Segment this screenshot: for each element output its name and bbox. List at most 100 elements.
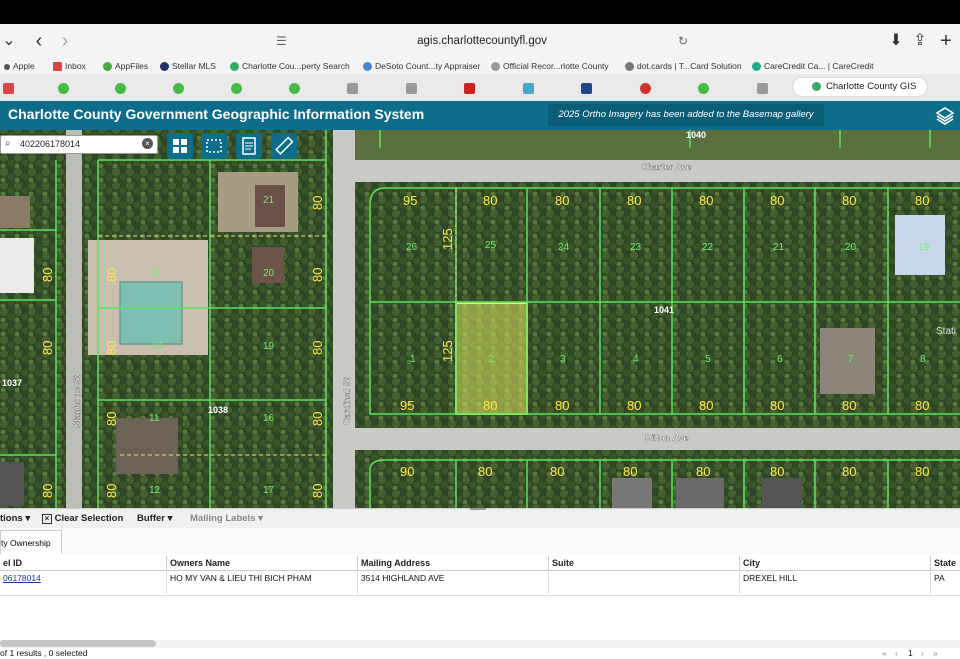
results-table: el ID Owners Name Mailing Address Suite … [0, 554, 960, 640]
results-toolbar: tions ▾ × Clear Selection Buffer ▾ Maili… [0, 508, 960, 529]
camera-tab-icon[interactable] [523, 83, 534, 94]
lot-number: 10 [151, 341, 163, 352]
selection-box-icon [206, 139, 222, 153]
dimension-label: 80 [770, 193, 784, 208]
c-tab-icon[interactable] [757, 83, 768, 94]
search-icon: ⌕ [5, 138, 11, 149]
lot-number: 19 [918, 242, 930, 253]
m-tab-icon[interactable] [347, 83, 358, 94]
panel-resize-handle[interactable] [470, 508, 486, 510]
dimension-label: 125 [440, 340, 455, 362]
bookmark-charlotte-search[interactable]: Charlotte Cou...perty Search [230, 59, 350, 73]
bookmark-inbox[interactable]: Inbox [53, 59, 86, 73]
appfiles-tab-icon[interactable] [58, 83, 69, 94]
bookmark-carecredit[interactable]: CareCredit Ca... | CareCredit [752, 59, 873, 73]
gmail-tab-icon[interactable] [3, 83, 14, 94]
dimension-label: 80 [555, 398, 569, 413]
next-page-icon[interactable]: › [921, 648, 924, 658]
lot-number: 12 [149, 485, 161, 496]
lot-number: 20 [263, 268, 275, 279]
dimension-label: 80 [842, 398, 856, 413]
dimension-label: 80 [40, 341, 55, 355]
mailing-labels-menu[interactable]: Mailing Labels ▾ [190, 513, 263, 524]
p-tab-icon[interactable] [406, 83, 417, 94]
header-divider [0, 570, 960, 571]
measure-button[interactable] [271, 133, 297, 159]
seal-tab-icon[interactable] [581, 83, 592, 94]
column-header[interactable]: Owners Name [167, 556, 358, 570]
scrollbar-thumb[interactable] [0, 640, 156, 647]
house-roof [0, 196, 30, 228]
dimension-label: 80 [483, 398, 497, 413]
forward-button[interactable]: › [56, 31, 74, 51]
tab-ownership[interactable]: ty Ownership [0, 530, 62, 555]
parcel-id-link[interactable]: 06178014 [0, 572, 167, 594]
back-button[interactable]: ‹ [30, 31, 48, 51]
appfiles-tab-icon[interactable] [231, 83, 242, 94]
column-header[interactable]: Suite [549, 556, 740, 570]
select-area-button[interactable] [201, 133, 227, 159]
dimension-label: 80 [104, 268, 119, 282]
bookmark-desoto[interactable]: DeSoto Count...ty Appraiser [363, 59, 480, 73]
appfiles-tab-icon[interactable] [289, 83, 300, 94]
share-icon[interactable]: ⇪ [911, 32, 929, 50]
clear-search-icon[interactable]: × [142, 138, 153, 149]
results-count: of 1 results , 0 selected [0, 648, 88, 658]
first-page-icon[interactable]: « [882, 648, 887, 658]
dimension-label: 80 [310, 268, 325, 282]
column-header[interactable]: State [931, 556, 960, 570]
appfiles-tab-icon[interactable] [698, 83, 709, 94]
dimension-label: 80 [310, 341, 325, 355]
house-roof [762, 478, 802, 508]
block-label: 1037 [2, 378, 22, 388]
dimension-label: 80 [915, 464, 929, 479]
appfiles-tab-icon[interactable] [173, 83, 184, 94]
parcel-map[interactable]: Charter Ave Dillon Ave Cardinal St Stanh… [0, 130, 960, 508]
prev-page-icon[interactable]: ‹ [895, 648, 898, 658]
column-header[interactable]: Mailing Address [358, 556, 549, 570]
last-page-icon[interactable]: » [933, 648, 938, 658]
reload-icon[interactable]: ↻ [678, 28, 688, 54]
bookmark-official-records[interactable]: Official Recor...rlotte County [491, 59, 609, 73]
bookmark-appfiles[interactable]: AppFiles [103, 59, 148, 73]
page-menu-icon[interactable]: ☰ [276, 28, 287, 54]
street-label-charter: Charter Ave [641, 162, 691, 172]
lot-number: 2 [488, 354, 494, 365]
results-status-bar: of 1 results , 0 selected « ‹ 1 › » [0, 648, 960, 659]
search-input[interactable]: 402206178014 [20, 139, 80, 149]
page-number[interactable]: 1 [908, 648, 913, 658]
download-icon[interactable]: ⬇ [887, 32, 905, 50]
dimension-label: 80 [842, 464, 856, 479]
appfiles-tab-icon[interactable] [115, 83, 126, 94]
layers-icon[interactable] [935, 106, 955, 126]
city-cell: DREXEL HILL [740, 572, 931, 594]
column-header[interactable]: el ID [0, 556, 167, 570]
basemap-grid-button[interactable] [167, 133, 193, 159]
dimension-label: 80 [310, 196, 325, 210]
lot-number: 11 [149, 413, 160, 424]
bookmark-dotcards[interactable]: dot.cards | T...Card Solution [625, 59, 742, 73]
lot-number: 16 [263, 413, 275, 424]
flag-tab-icon[interactable] [640, 83, 651, 94]
new-tab-icon[interactable]: + [937, 31, 955, 51]
address-bar[interactable]: ☰ agis.charlottecountyfl.gov ↻ [272, 28, 692, 54]
bookmark-stellar[interactable]: Stellar MLS [160, 59, 216, 73]
x-tab-icon[interactable] [464, 83, 475, 94]
block-label: 1040 [686, 130, 706, 140]
lot-number: 21 [263, 195, 275, 206]
lot-number: 3 [560, 354, 566, 365]
document-icon [242, 137, 256, 155]
dimension-label: 80 [699, 398, 713, 413]
sidebar-toggle-icon[interactable]: ⌄ [0, 32, 18, 50]
tab-charlotte-gis[interactable]: Charlotte County GIS [793, 78, 927, 96]
house-roof [676, 478, 724, 508]
clear-selection-button[interactable]: × Clear Selection [42, 513, 123, 524]
options-menu[interactable]: tions ▾ [0, 513, 30, 524]
print-button[interactable] [236, 133, 262, 159]
cardinal-st-road [333, 130, 355, 508]
block-label: 1038 [208, 405, 228, 415]
bookmark-apple[interactable]: Apple [4, 59, 35, 73]
parcel-search-box[interactable]: ⌕ 402206178014 × [0, 135, 158, 154]
buffer-menu[interactable]: Buffer ▾ [137, 513, 172, 524]
column-header[interactable]: City [740, 556, 931, 570]
